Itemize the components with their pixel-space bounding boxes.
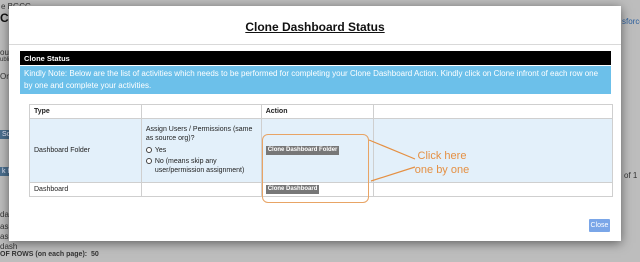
radio-circle-icon[interactable]	[145, 146, 152, 153]
column-header-action: Action	[260, 104, 374, 119]
radio-no-label: No (means skip any user/permission assig…	[154, 157, 245, 174]
radio-yes[interactable]: Yes	[145, 146, 257, 155]
annotation-arrows-icon	[368, 139, 416, 182]
bg-fragment: dash	[0, 242, 18, 251]
callout-line-1: Click here	[417, 150, 467, 162]
close-button[interactable]: Close	[589, 219, 610, 232]
bg-pager-text: of 1	[624, 171, 638, 180]
permissions-question: Assign Users / Permissions (same as sour…	[145, 125, 253, 142]
radio-circle-icon[interactable]	[145, 157, 152, 164]
row-type-cell: Dashboard	[29, 182, 142, 197]
radio-yes-label: Yes	[154, 146, 167, 154]
radio-no[interactable]: No (means skip any user/permission assig…	[145, 157, 257, 175]
modal-divider	[9, 44, 621, 45]
permissions-cell: Assign Users / Permissions (same as sour…	[140, 118, 262, 183]
bg-top-right-link[interactable]: sforce	[622, 17, 640, 26]
callout-line-2: one by one	[414, 164, 470, 176]
bg-rows-value: 50	[91, 251, 99, 258]
bg-rows-label: OF ROWS (on each page):	[0, 251, 88, 258]
table-header-row: Type Action	[29, 104, 614, 119]
annotation-callout: Click here one by one	[412, 149, 472, 177]
column-header-blank	[372, 104, 614, 119]
empty-cell	[140, 182, 262, 197]
column-header-blank	[140, 104, 262, 119]
column-header-type: Type	[29, 104, 142, 119]
section-header: Clone Status	[20, 51, 611, 65]
highlight-box	[262, 134, 369, 203]
instruction-note: Kindly Note: Below are the list of activ…	[20, 66, 611, 94]
modal-title: Clone Dashboard Status	[245, 20, 385, 34]
row-type-cell: Dashboard Folder	[29, 118, 142, 183]
